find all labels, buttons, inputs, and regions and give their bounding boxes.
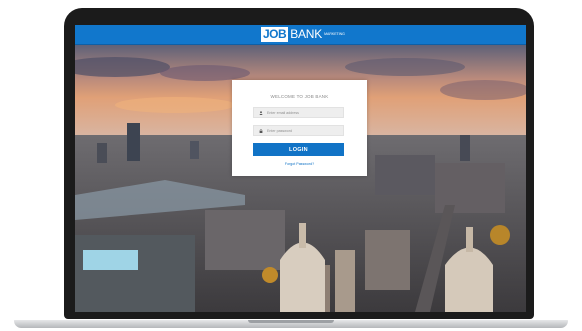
email-input[interactable] bbox=[267, 108, 337, 117]
lock-icon bbox=[259, 128, 263, 133]
password-input[interactable] bbox=[267, 126, 337, 135]
jobbank-logo[interactable]: JOB BANK MARKETING bbox=[261, 27, 345, 42]
logo-job: JOB bbox=[261, 27, 289, 42]
laptop-base-notch bbox=[248, 320, 334, 323]
laptop-screen: JOB BANK MARKETING WELCOME TO JOB BANK E… bbox=[75, 25, 526, 312]
login-button[interactable]: LOGIN bbox=[253, 143, 344, 156]
password-field[interactable] bbox=[253, 125, 344, 136]
logo-bank: BANK bbox=[290, 27, 323, 41]
logo-marketing: MARKETING bbox=[324, 32, 345, 36]
forgot-password-link[interactable]: Forgot Password? bbox=[232, 162, 367, 166]
person-icon bbox=[259, 110, 263, 115]
login-card: WELCOME TO JOB BANK LOGIN Forgot Passwor… bbox=[232, 80, 367, 176]
top-navbar: JOB BANK MARKETING bbox=[75, 25, 526, 45]
welcome-heading: WELCOME TO JOB BANK bbox=[270, 94, 329, 99]
email-field[interactable] bbox=[253, 107, 344, 118]
